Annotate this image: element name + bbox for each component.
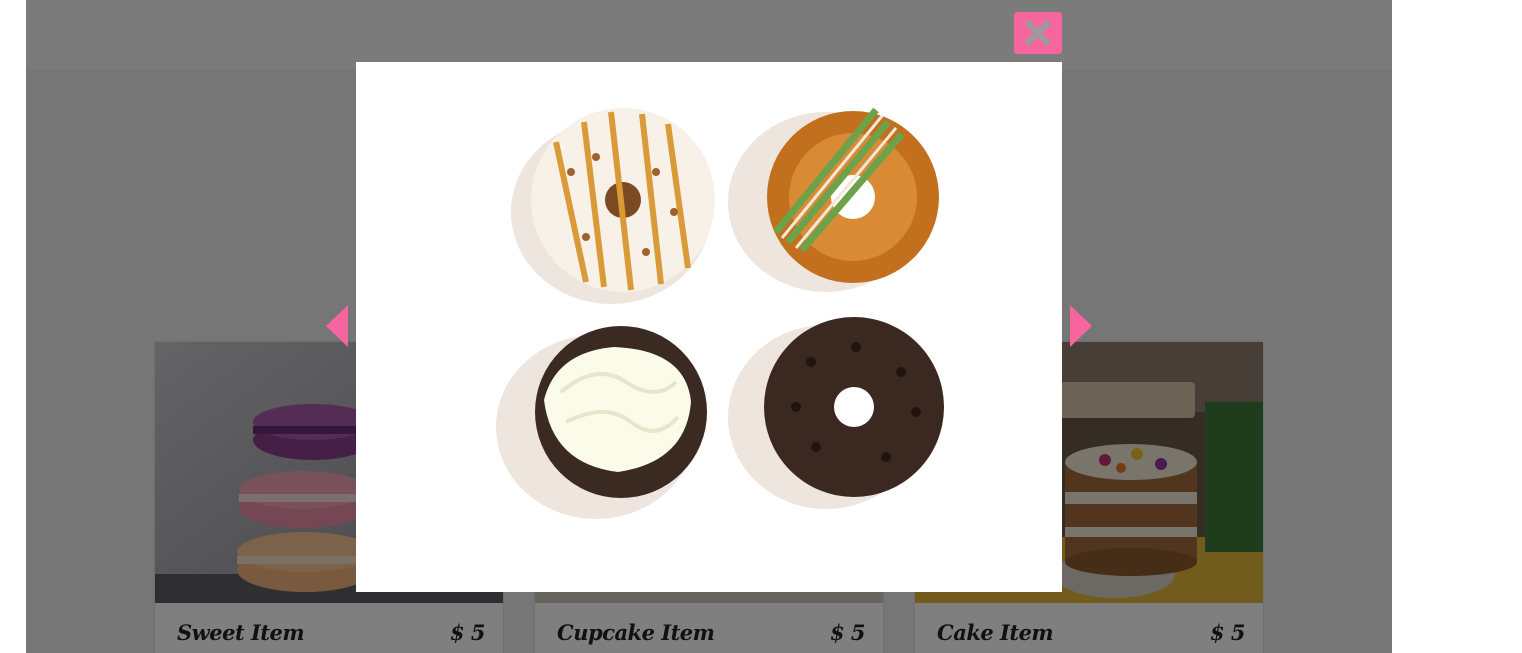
caret-right-icon (1070, 305, 1092, 347)
lightbox-modal (356, 62, 1062, 592)
lightbox-image (356, 62, 1062, 592)
lightbox-close-button[interactable] (1014, 12, 1062, 54)
lightbox-prev-button[interactable] (326, 305, 350, 347)
close-icon (1024, 19, 1052, 47)
lightbox-next-button[interactable] (1068, 305, 1092, 347)
caret-left-icon (326, 305, 348, 347)
